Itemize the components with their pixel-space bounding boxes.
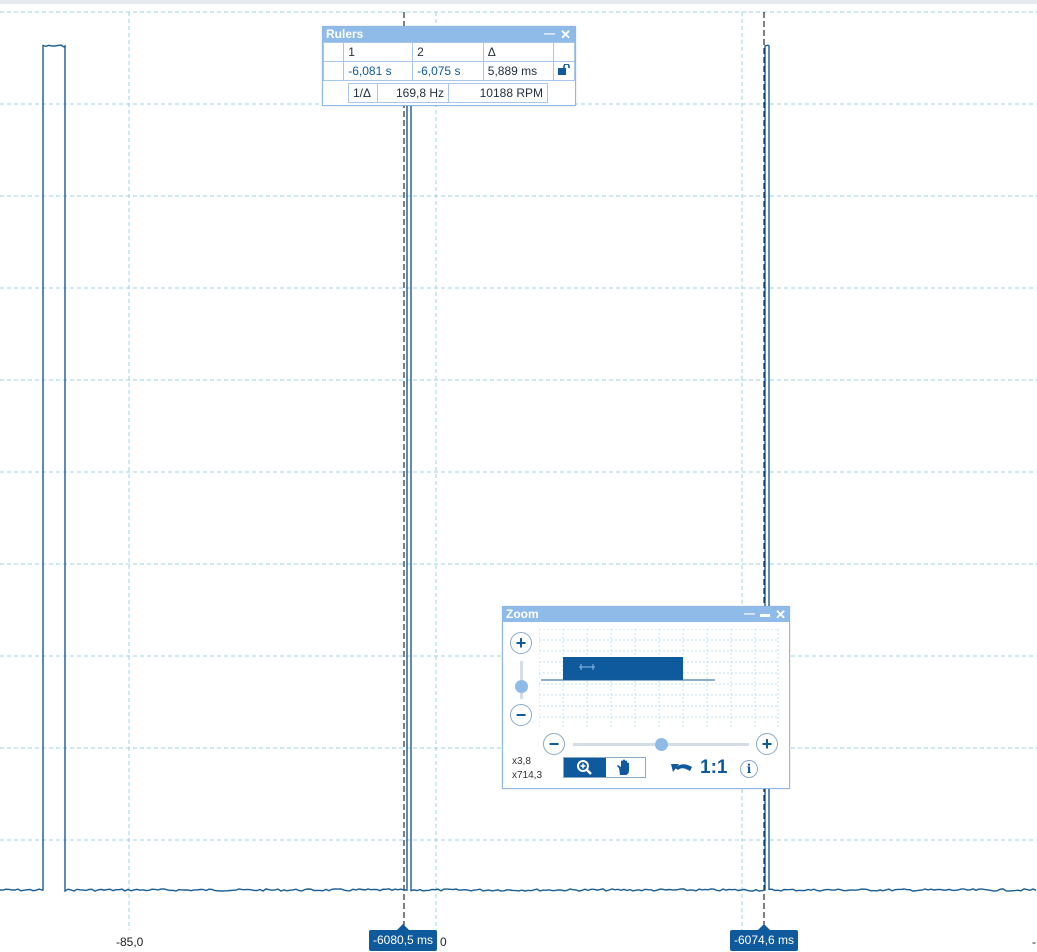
lock-open-icon[interactable]	[553, 61, 575, 81]
rulers-row-corner	[322, 61, 345, 81]
zoom-title-bar[interactable]: Zoom — ▬ ✕	[503, 607, 789, 622]
info-icon[interactable]: i	[740, 760, 758, 778]
vertical-zoom-out-button[interactable]: −	[510, 704, 532, 726]
zoom-overview[interactable]	[539, 629, 779, 729]
oscilloscope-view[interactable]	[0, 0, 1037, 952]
ruler-1-value[interactable]: -6,081 s	[343, 61, 414, 81]
zoom-close-button[interactable]: ✕	[775, 607, 786, 622]
zoom-y-factor: x714,3	[512, 770, 543, 781]
rpm-value: 10188 RPM	[448, 83, 548, 103]
rulers-frequency-table: 1/Δ 169,8 Hz 10188 RPM	[348, 83, 548, 103]
x-tick-label: -85,0	[116, 935, 144, 949]
undo-zoom-icon[interactable]	[670, 759, 696, 777]
rulers-panel: Rulers — ✕ 1 2 Δ -6,081 s -6,075 s 5,889…	[322, 26, 576, 106]
horizontal-zoom-in-button[interactable]: +	[756, 733, 778, 755]
rulers-close-button[interactable]: ✕	[560, 27, 571, 42]
hand-icon	[617, 759, 629, 775]
cursor-2-time-label[interactable]: -6074,6 ms	[730, 924, 799, 951]
rulers-corner-cell	[322, 42, 345, 62]
x-tick-edge: -	[1032, 935, 1036, 949]
vertical-zoom-in-button[interactable]: +	[510, 632, 532, 654]
rulers-header-spacer	[553, 42, 575, 62]
rulers-minimize-button[interactable]: —	[544, 27, 555, 42]
rulers-header-delta: Δ	[482, 42, 555, 62]
zoom-tool-toggle	[563, 757, 646, 778]
pan-tool-button[interactable]	[606, 758, 645, 777]
reciprocal-label: 1/Δ	[348, 83, 378, 103]
zoom-panel: Zoom — ▬ ✕ + − − + x3,8 x714,3 1:1 i	[502, 606, 790, 789]
rulers-header-1: 1	[343, 42, 414, 62]
vertical-zoom-thumb[interactable]	[515, 679, 528, 693]
horizontal-zoom-out-button[interactable]: −	[543, 733, 565, 755]
rulers-title-bar[interactable]: Rulers — ✕	[323, 27, 575, 42]
rulers-header-row: 1 2 Δ	[322, 42, 575, 62]
zoom-maximize-button[interactable]: ▬	[760, 607, 770, 622]
ruler-delta-value: 5,889 ms	[482, 61, 555, 81]
rulers-title: Rulers	[326, 27, 364, 41]
x-tick-fragment: 0	[440, 935, 447, 949]
zoom-one-to-one-button[interactable]: 1:1	[700, 757, 727, 779]
horizontal-zoom-thumb[interactable]	[655, 738, 668, 751]
zoom-tool-button[interactable]	[564, 758, 606, 777]
frequency-value: 169,8 Hz	[377, 83, 449, 103]
grid	[0, 11, 1037, 930]
rulers-header-2: 2	[412, 42, 484, 62]
rulers-table: 1 2 Δ -6,081 s -6,075 s 5,889 ms	[322, 42, 575, 81]
zoom-minimize-button[interactable]: —	[744, 607, 755, 622]
ruler-2-value[interactable]: -6,075 s	[412, 61, 484, 81]
zoom-title: Zoom	[506, 607, 539, 621]
zoom-x-factor: x3,8	[512, 756, 531, 767]
cursor-1-time-label[interactable]: -6080,5 ms	[369, 924, 438, 951]
rulers-frequency-row: 1/Δ 169,8 Hz 10188 RPM	[348, 83, 548, 103]
magnifier-icon	[577, 760, 592, 775]
rulers-value-row: -6,081 s -6,075 s 5,889 ms	[322, 61, 575, 81]
